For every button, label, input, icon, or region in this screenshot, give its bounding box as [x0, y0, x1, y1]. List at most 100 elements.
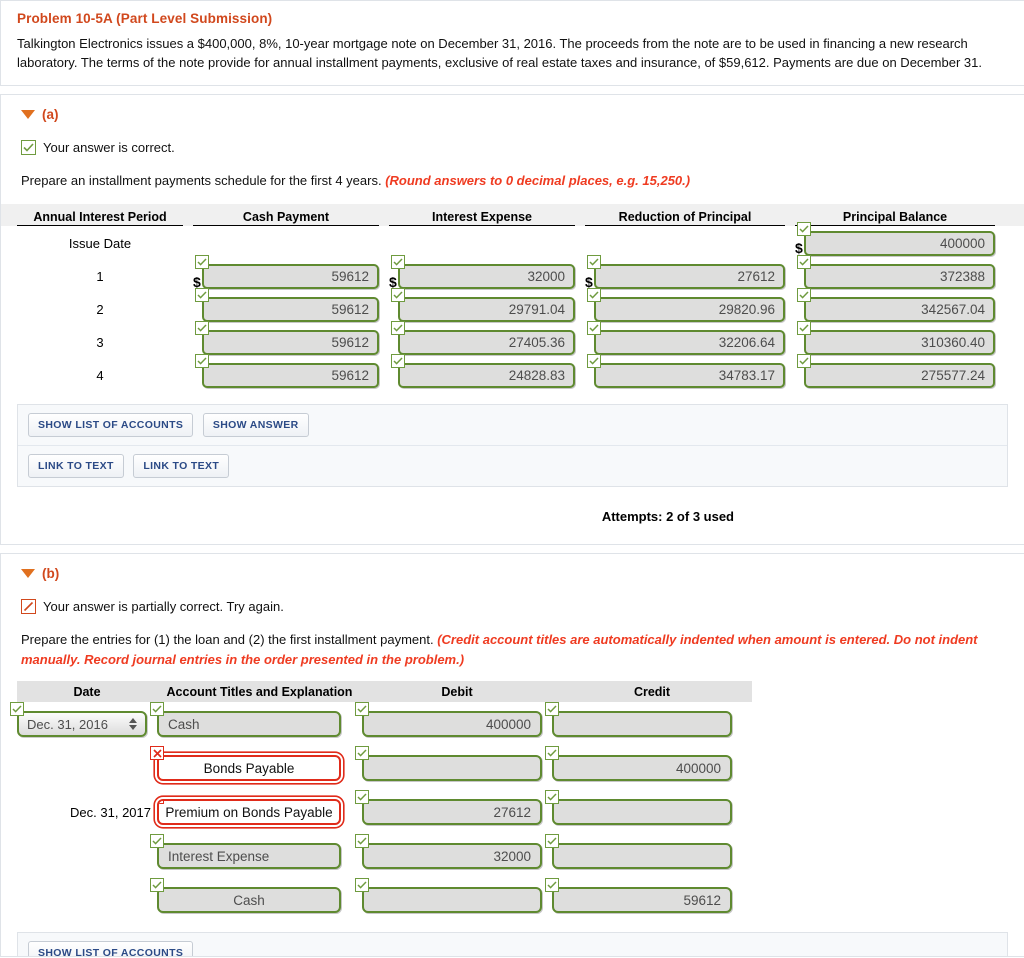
- cell-date: Dec. 31, 2017: [17, 805, 157, 820]
- cell-account: Premium on Bonds Payable: [157, 799, 362, 826]
- col-header-principal-balance: Principal Balance: [795, 210, 995, 227]
- cell-cash-payment: $ 59612: [193, 321, 379, 359]
- part-a-label: (a): [42, 106, 59, 122]
- debit-input[interactable]: [355, 878, 542, 914]
- table-row: Cash 59612: [17, 878, 1024, 922]
- part-b-instruction: Prepare the entries for (1) the loan and…: [1, 614, 1001, 669]
- interest-expense-input[interactable]: 24828.83: [391, 354, 575, 389]
- credit-input[interactable]: [545, 834, 732, 870]
- principal-balance-input[interactable]: 372388: [797, 255, 995, 290]
- problem-statement-panel: Problem 10-5A (Part Level Submission) Ta…: [0, 0, 1024, 86]
- part-b-header[interactable]: (b): [1, 554, 1024, 583]
- interest-expense-input[interactable]: 32000: [391, 255, 575, 290]
- check-badge-icon: [150, 878, 164, 893]
- cash-payment-input[interactable]: 59612: [195, 255, 379, 290]
- part-a-attempts: Attempts: 2 of 3 used: [601, 509, 734, 525]
- account-title-input[interactable]: Cash: [150, 702, 341, 738]
- credit-input[interactable]: [545, 702, 732, 738]
- credit-value: 59612: [683, 892, 721, 908]
- cell-principal-balance: $ 400000: [795, 221, 995, 260]
- account-title-input[interactable]: Cash: [150, 878, 341, 914]
- table-row: Dec. 31, 2016 Cash 400000: [10, 702, 1024, 746]
- cash-payment-input[interactable]: 59612: [195, 354, 379, 389]
- date-select[interactable]: Dec. 31, 2016: [10, 702, 147, 738]
- cell-credit: [545, 790, 752, 826]
- credit-input[interactable]: [545, 790, 732, 826]
- table-row: Interest Expense 32000: [17, 834, 1024, 878]
- cash-payment-value: 59612: [331, 368, 369, 384]
- reduction-input[interactable]: 27612: [587, 255, 785, 290]
- button-bar-primary: SHOW LIST OF ACCOUNTS SHOW ANSWER: [18, 405, 1007, 447]
- reduction-input[interactable]: 34783.17: [587, 354, 785, 389]
- col-header-reduction: Reduction of Principal: [585, 210, 785, 227]
- principal-balance-value: 372388: [939, 269, 985, 285]
- check-badge-icon: [355, 790, 369, 805]
- check-badge-icon: [545, 834, 559, 849]
- cash-payment-input[interactable]: 59612: [195, 288, 379, 323]
- check-badge-icon: [10, 702, 24, 717]
- collapse-triangle-icon[interactable]: [21, 109, 35, 119]
- principal-balance-value: 275577.24: [921, 368, 985, 384]
- check-badge-icon: [391, 354, 405, 369]
- col-header-credit: Credit: [633, 684, 671, 699]
- cell-debit: [355, 746, 552, 782]
- link-to-text-button-1[interactable]: LINK TO TEXT: [28, 454, 124, 479]
- credit-input[interactable]: 59612: [545, 878, 732, 914]
- date-select-value: Dec. 31, 2016: [27, 716, 108, 732]
- check-badge-icon: [797, 221, 811, 236]
- check-badge-icon: [587, 288, 601, 303]
- account-title-input[interactable]: Interest Expense: [150, 834, 341, 870]
- check-badge-icon: [391, 321, 405, 336]
- col-header-debit: Debit: [441, 684, 473, 699]
- check-badge-icon: [355, 834, 369, 849]
- cash-payment-value: 59612: [331, 269, 369, 285]
- check-badge-icon: [195, 354, 209, 369]
- account-title-input[interactable]: Premium on Bonds Payable: [157, 799, 341, 826]
- show-answer-button[interactable]: SHOW ANSWER: [202, 413, 309, 438]
- account-title-value: Cash: [168, 716, 200, 732]
- cash-payment-value: 59612: [331, 302, 369, 318]
- show-list-of-accounts-button[interactable]: SHOW LIST OF ACCOUNTS: [28, 941, 194, 957]
- row-label-period: 4: [96, 368, 104, 384]
- reduction-value: 29820.96: [718, 302, 775, 318]
- interest-expense-input[interactable]: 27405.36: [391, 321, 575, 356]
- part-a-header[interactable]: (a): [1, 95, 1024, 124]
- chevron-updown-icon[interactable]: [129, 718, 137, 731]
- part-a-status-text: Your answer is correct.: [43, 139, 175, 155]
- cell-reduction: $ 29820.96: [585, 288, 785, 326]
- part-b-status: Your answer is partially correct. Try ag…: [1, 583, 1024, 615]
- debit-input[interactable]: [355, 746, 542, 782]
- link-to-text-button-2[interactable]: LINK TO TEXT: [133, 454, 230, 479]
- cell-debit: [355, 878, 552, 914]
- debit-value: 27612: [493, 804, 531, 820]
- cell-interest-expense: $ 29791.04: [389, 288, 575, 326]
- principal-balance-input[interactable]: 310360.40: [797, 321, 995, 356]
- cell-cash-payment: $ 59612: [193, 288, 379, 326]
- collapse-triangle-icon[interactable]: [21, 569, 35, 579]
- interest-expense-input[interactable]: 29791.04: [391, 288, 575, 323]
- interest-expense-value: 24828.83: [508, 368, 565, 384]
- debit-input[interactable]: 27612: [355, 790, 542, 826]
- debit-input[interactable]: 400000: [355, 702, 542, 738]
- check-badge-icon: [391, 288, 405, 303]
- principal-balance-input[interactable]: 400000: [797, 221, 995, 256]
- cash-payment-input[interactable]: 59612: [195, 321, 379, 356]
- check-badge-icon: [797, 321, 811, 336]
- problem-title: Problem 10-5A (Part Level Submission): [17, 11, 273, 26]
- show-list-of-accounts-button[interactable]: SHOW LIST OF ACCOUNTS: [28, 413, 194, 438]
- reduction-value: 32206.64: [718, 335, 775, 351]
- account-title-input[interactable]: Bonds Payable: [150, 746, 341, 782]
- cell-account: Cash: [150, 878, 362, 914]
- principal-balance-input[interactable]: 342567.04: [797, 288, 995, 323]
- cell-reduction: $ 34783.17: [585, 354, 785, 392]
- account-title-value: Premium on Bonds Payable: [165, 804, 333, 820]
- reduction-input[interactable]: 32206.64: [587, 321, 785, 356]
- principal-balance-value: 342567.04: [921, 302, 985, 318]
- principal-balance-input[interactable]: 275577.24: [797, 354, 995, 389]
- dollar-sign: $: [193, 273, 201, 290]
- cell-interest-expense-empty: [389, 227, 575, 260]
- debit-input[interactable]: 32000: [355, 834, 542, 870]
- cell-principal-balance: $ 275577.24: [795, 354, 995, 392]
- reduction-input[interactable]: 29820.96: [587, 288, 785, 323]
- credit-input[interactable]: 400000: [545, 746, 732, 782]
